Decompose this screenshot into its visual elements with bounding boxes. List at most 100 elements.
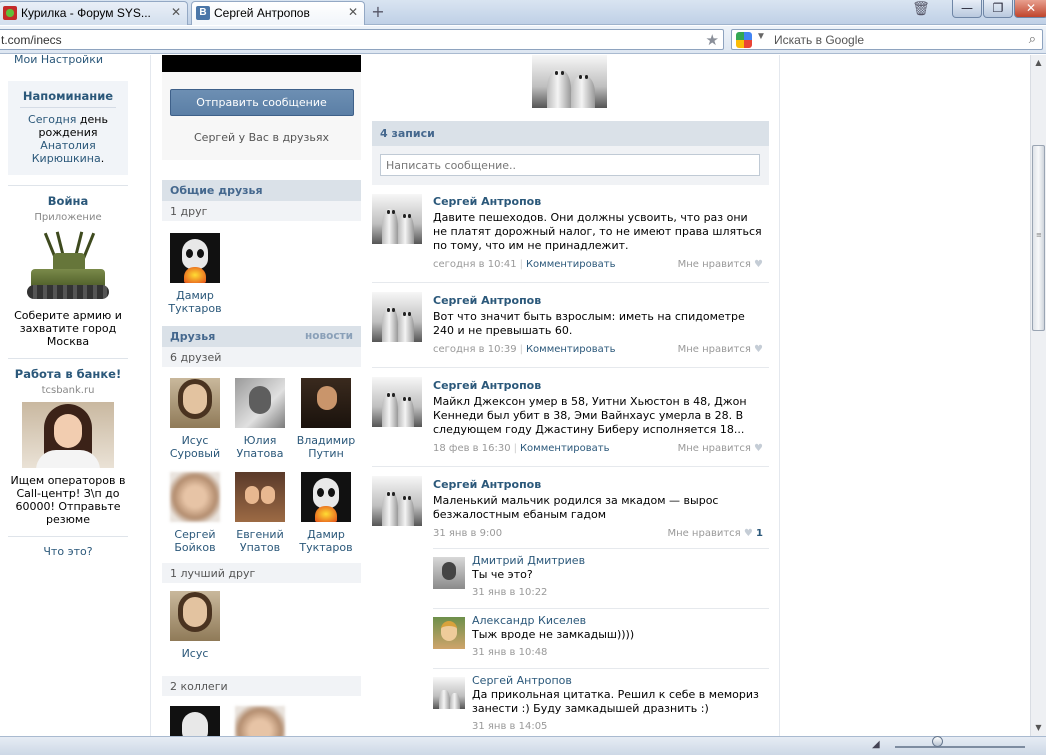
post-author[interactable]: Сергей Антропов bbox=[433, 478, 763, 492]
like-count[interactable]: 1 bbox=[756, 528, 763, 539]
avatar[interactable] bbox=[433, 617, 465, 649]
avatar[interactable] bbox=[372, 476, 422, 526]
post-time[interactable]: сегодня в 10:39 bbox=[433, 344, 517, 355]
post-author[interactable]: Сергей Антропов bbox=[433, 195, 763, 209]
trash-icon[interactable]: 🗑 bbox=[910, 1, 932, 21]
friend-item[interactable]: Дамир Туктаров bbox=[296, 472, 356, 554]
post-time[interactable]: сегодня в 10:41 bbox=[433, 259, 517, 270]
friend-item[interactable]: Дамир Туктаров bbox=[165, 233, 225, 315]
restore-button[interactable]: ❐ bbox=[983, 0, 1013, 18]
friends-header[interactable]: Друзья новости bbox=[162, 326, 361, 347]
zoom-slider-track[interactable] bbox=[895, 746, 1025, 748]
avatar[interactable] bbox=[301, 378, 351, 428]
like-button[interactable]: Мне нравится ♥ bbox=[678, 344, 763, 355]
avatar[interactable] bbox=[372, 194, 422, 244]
friend-name[interactable]: Юлия Упатова bbox=[237, 434, 284, 460]
avatar[interactable] bbox=[170, 378, 220, 428]
ad-block[interactable]: Работа в банке! tcsbank.ru Ищем оператор… bbox=[8, 358, 128, 526]
scroll-thumb[interactable]: ≡ bbox=[1032, 145, 1045, 331]
tab-profile[interactable]: B Сергей Антропов ✕ bbox=[191, 1, 365, 25]
friend-name[interactable]: Исус Суровый bbox=[170, 434, 220, 460]
today-link[interactable]: Сегодня bbox=[28, 113, 76, 126]
comment-author[interactable]: Сергей Антропов bbox=[472, 674, 767, 688]
friend-item[interactable]: Исус bbox=[165, 591, 225, 660]
post-author[interactable]: Сергей Антропов bbox=[433, 294, 763, 308]
post-author[interactable]: Сергей Антропов bbox=[433, 379, 763, 393]
avatar[interactable] bbox=[235, 378, 285, 428]
address-bar[interactable]: t.com/inecs ★ bbox=[0, 29, 724, 50]
friend-item[interactable]: Сергей Бойков bbox=[165, 472, 225, 554]
avatar[interactable] bbox=[372, 292, 422, 342]
friend-name[interactable]: Дамир Туктаров bbox=[168, 289, 221, 315]
minimize-button[interactable]: — bbox=[952, 0, 982, 18]
friend-item[interactable]: Владимир Путин bbox=[296, 378, 356, 460]
zoom-out-icon[interactable]: ◢ bbox=[872, 739, 880, 750]
friend-item[interactable]: Исус Суровый bbox=[165, 378, 225, 460]
comment-time[interactable]: 31 янв в 10:48 bbox=[472, 646, 767, 660]
app-promo[interactable]: Война Приложение Соберите армию и захват… bbox=[8, 185, 128, 348]
friend-item[interactable]: Юлия Упатова bbox=[230, 378, 290, 460]
comment-author[interactable]: Дмитрий Дмитриев bbox=[472, 554, 767, 568]
send-message-button[interactable]: Отправить сообщение bbox=[169, 89, 354, 116]
comment-time[interactable]: 31 янв в 14:05 bbox=[472, 720, 767, 734]
like-button[interactable]: Мне нравится ♥ 1 bbox=[667, 528, 763, 539]
close-icon[interactable]: ✕ bbox=[348, 5, 358, 19]
scroll-up-icon[interactable]: ▲ bbox=[1031, 55, 1046, 71]
best-friends-row: Исус bbox=[162, 583, 361, 676]
avatar[interactable] bbox=[433, 677, 465, 709]
what-is-this-link[interactable]: Что это? bbox=[43, 545, 92, 558]
avatar[interactable] bbox=[433, 557, 465, 589]
section-title[interactable]: Друзья bbox=[170, 330, 215, 343]
google-logo-icon[interactable] bbox=[736, 32, 752, 48]
ad-title[interactable]: Работа в банке! bbox=[8, 367, 128, 381]
like-button[interactable]: Мне нравится ♥ bbox=[678, 259, 763, 270]
friend-name[interactable]: Владимир Путин bbox=[297, 434, 356, 460]
chevron-down-icon[interactable]: ▼ bbox=[756, 31, 766, 42]
app-title[interactable]: Война bbox=[8, 194, 128, 208]
photo-thumbnail[interactable] bbox=[532, 55, 607, 108]
search-icon[interactable]: ⌕ bbox=[1029, 31, 1036, 47]
avatar[interactable] bbox=[170, 591, 220, 641]
wall-header[interactable]: 4 записи bbox=[372, 121, 769, 146]
avatar[interactable] bbox=[170, 706, 220, 736]
close-window-button[interactable]: ✕ bbox=[1014, 0, 1046, 18]
avatar[interactable] bbox=[170, 472, 220, 522]
post-time[interactable]: 18 фев в 16:30 bbox=[433, 443, 511, 454]
avatar[interactable] bbox=[235, 706, 285, 736]
avatar[interactable] bbox=[170, 233, 220, 283]
mutual-friends-header[interactable]: Общие друзья bbox=[162, 180, 361, 201]
settings-link[interactable]: Мои Настройки bbox=[8, 55, 128, 69]
avatar[interactable] bbox=[372, 377, 422, 427]
comment-link[interactable]: Комментировать bbox=[526, 259, 616, 270]
friend-name[interactable]: Исус bbox=[182, 647, 209, 660]
tab-kurilka[interactable]: Курилка - Форум SYS... ✕ bbox=[0, 1, 188, 25]
comment-link[interactable]: Комментировать bbox=[526, 344, 616, 355]
like-button[interactable]: Мне нравится ♥ bbox=[678, 443, 763, 454]
comment-time[interactable]: 31 янв в 10:22 bbox=[472, 586, 767, 600]
wall-post-input[interactable]: Написать сообщение.. bbox=[380, 154, 760, 176]
friend-name[interactable]: Евгений Упатов bbox=[236, 528, 283, 554]
friend-name[interactable]: Сергей Бойков bbox=[174, 528, 215, 554]
friend-item[interactable]: Евгений Упатов bbox=[230, 472, 290, 554]
avatar[interactable] bbox=[235, 472, 285, 522]
avatar[interactable] bbox=[301, 472, 351, 522]
wall-count[interactable]: 4 записи bbox=[380, 127, 435, 140]
bookmark-star-icon[interactable]: ★ bbox=[706, 31, 719, 49]
search-input[interactable]: ▼ Искать в Google ⌕ bbox=[731, 29, 1043, 50]
post-time[interactable]: 31 янв в 9:00 bbox=[433, 528, 502, 539]
vertical-scrollbar[interactable]: ▲ ≡ ▼ bbox=[1030, 55, 1046, 736]
post-content: Сергей Антропов Давите пешеходов. Они до… bbox=[433, 195, 763, 253]
friends-news-link[interactable]: новости bbox=[305, 330, 353, 342]
comment-author[interactable]: Александр Киселев bbox=[472, 614, 767, 628]
birthday-person-link[interactable]: Анатолия Кирюшкина bbox=[32, 139, 101, 165]
close-icon[interactable]: ✕ bbox=[171, 5, 181, 19]
new-tab-plus-icon[interactable]: + bbox=[368, 2, 388, 22]
tank-icon[interactable] bbox=[27, 229, 109, 303]
comment-link[interactable]: Комментировать bbox=[520, 443, 610, 454]
ad-image[interactable] bbox=[22, 402, 114, 468]
section-title[interactable]: Общие друзья bbox=[170, 184, 263, 197]
zoom-slider-handle[interactable] bbox=[932, 736, 943, 747]
friend-name[interactable]: Дамир Туктаров bbox=[299, 528, 352, 554]
profile-photo-bottom[interactable] bbox=[162, 55, 361, 72]
scroll-down-icon[interactable]: ▼ bbox=[1031, 720, 1046, 736]
